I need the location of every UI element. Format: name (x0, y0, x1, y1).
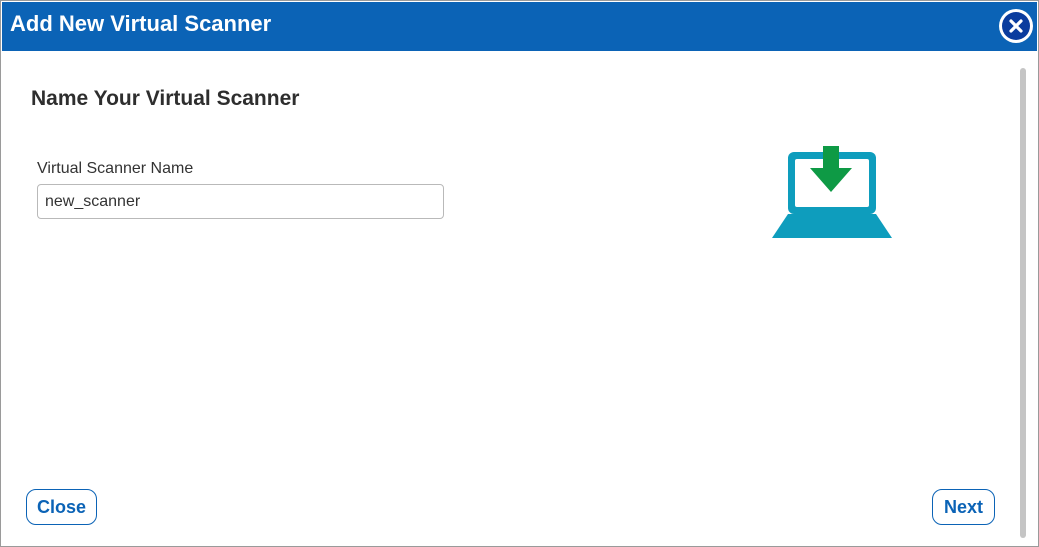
add-virtual-scanner-dialog: Add New Virtual Scanner Name Your Virtua… (0, 0, 1039, 547)
dialog-title: Add New Virtual Scanner (10, 11, 272, 36)
dialog-titlebar: Add New Virtual Scanner (2, 2, 1037, 51)
close-icon-circle (1002, 12, 1030, 40)
laptop-download-icon (772, 146, 892, 238)
section-heading: Name Your Virtual Scanner (31, 87, 300, 110)
vertical-scrollbar[interactable] (1020, 68, 1026, 538)
virtual-scanner-name-input[interactable] (37, 184, 444, 219)
close-icon[interactable] (999, 9, 1033, 43)
close-x-glyph (1009, 19, 1023, 33)
virtual-scanner-name-label: Virtual Scanner Name (37, 160, 194, 177)
next-button[interactable]: Next (932, 489, 995, 525)
close-button[interactable]: Close (26, 489, 97, 525)
